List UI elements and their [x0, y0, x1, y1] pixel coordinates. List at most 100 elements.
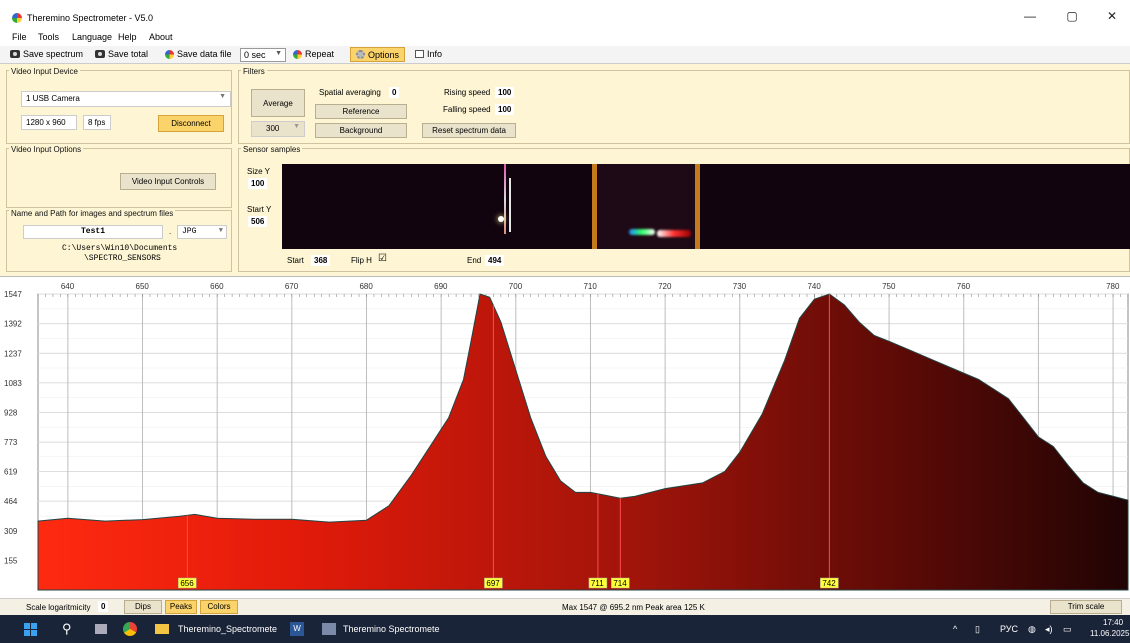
clock-date: 11.06.2025: [1090, 629, 1130, 638]
file-path-group: Name and Path for images and spectrum fi…: [6, 209, 232, 272]
spectrum-chart[interactable]: 1547 1392 1237 1083 928 773 619 464 309 155 640 650…: [0, 278, 1130, 598]
info-button[interactable]: Info: [415, 49, 442, 59]
spatial-averaging-value[interactable]: 0: [389, 87, 400, 98]
reset-spectrum-data-button[interactable]: Reset spectrum data: [422, 123, 516, 138]
start-label: Start: [287, 256, 304, 265]
x-tick-label: 740: [807, 282, 821, 291]
menu-bar: File Tools Language Help About: [0, 30, 1130, 46]
y-tick-label: 928: [4, 408, 18, 417]
tray-battery-icon[interactable]: ▭: [1063, 624, 1072, 635]
end-value[interactable]: 494: [485, 255, 505, 266]
theremino-app-icon: [12, 13, 22, 23]
repeat-button[interactable]: Repeat: [293, 49, 334, 59]
windows-start-icon[interactable]: [24, 623, 37, 636]
menu-help[interactable]: Help: [118, 32, 137, 42]
windows-taskbar: ⚲ Theremino_Spectromete W Theremino Spec…: [0, 615, 1130, 643]
search-icon[interactable]: ⚲: [62, 621, 72, 637]
extension-dot: .: [169, 227, 172, 236]
camera-select[interactable]: 1 USB Camera ▼: [21, 91, 231, 107]
window-title: Theremino Spectrometer - V5.0: [27, 13, 154, 23]
path-line-2: \SPECTRO_SENSORS: [84, 254, 161, 263]
menu-tools[interactable]: Tools: [38, 32, 59, 42]
tray-network-icon[interactable]: ◍: [1028, 624, 1036, 635]
background-button[interactable]: Background: [315, 123, 407, 138]
spatial-averaging-label: Spatial averaging: [319, 88, 381, 97]
chrome-icon[interactable]: [123, 622, 137, 636]
video-options-group: Video Input Options Video Input Controls: [6, 145, 232, 208]
task-view-icon[interactable]: [95, 624, 107, 634]
save-data-file-button[interactable]: Save data file: [165, 49, 232, 59]
word-icon[interactable]: W: [290, 622, 304, 636]
sensor-selection-window[interactable]: [592, 164, 700, 249]
size-y-value[interactable]: 100: [248, 178, 268, 189]
start-y-label: Start Y: [247, 205, 272, 214]
language-indicator[interactable]: РУС: [1000, 624, 1018, 634]
peak-label: 714: [613, 579, 627, 588]
rising-speed-label: Rising speed: [444, 88, 491, 97]
video-options-title: Video Input Options: [9, 145, 84, 154]
average-button[interactable]: Average: [251, 89, 305, 117]
y-tick-label: 464: [4, 497, 18, 506]
sensor-line-1: [504, 164, 506, 234]
x-tick-label: 700: [509, 282, 523, 291]
x-tick-label: 730: [733, 282, 747, 291]
dips-button[interactable]: Dips: [124, 600, 162, 614]
peaks-button[interactable]: Peaks: [165, 600, 197, 614]
y-tick-label: 619: [4, 468, 18, 477]
tray-volume-icon[interactable]: ◂): [1045, 624, 1053, 635]
dropdown-arrow-icon: ▼: [293, 123, 300, 130]
status-bar: Scale logaritmicity 0 Dips Peaks Colors …: [0, 598, 1130, 615]
trim-scale-button[interactable]: Trim scale: [1050, 600, 1122, 614]
falling-speed-value[interactable]: 100: [495, 104, 515, 115]
minimize-button[interactable]: —: [1020, 9, 1040, 23]
filters-group: Filters Average 300 ▼ Spatial averaging …: [238, 67, 1130, 144]
folder-icon[interactable]: [155, 624, 169, 634]
start-y-value[interactable]: 506: [248, 216, 268, 227]
peak-label: 656: [180, 579, 194, 588]
start-value[interactable]: 368: [311, 255, 331, 266]
file-name-input[interactable]: Test1: [23, 225, 163, 239]
interval-select[interactable]: 0 sec ▼: [240, 48, 286, 62]
path-line-1: C:\Users\Win10\Documents: [62, 244, 178, 253]
info-icon: [415, 50, 424, 58]
taskbar-explorer-item[interactable]: Theremino_Spectromete: [178, 624, 277, 634]
taskbar-app-item[interactable]: Theremino Spectromete: [343, 624, 440, 634]
save-spectrum-button[interactable]: Save spectrum: [10, 49, 83, 59]
close-button[interactable]: ✕: [1102, 9, 1122, 23]
video-input-title: Video Input Device: [9, 67, 81, 76]
video-input-controls-button[interactable]: Video Input Controls: [120, 173, 216, 190]
save-total-button[interactable]: Save total: [95, 49, 148, 59]
sensor-samples-title: Sensor samples: [241, 145, 303, 154]
sensor-spectrum-blue-green: [629, 229, 655, 235]
camera-icon: [10, 50, 20, 58]
scale-log-value[interactable]: 0: [98, 601, 109, 612]
camera-icon: [95, 50, 105, 58]
extension-select[interactable]: JPG ▼: [177, 225, 227, 239]
menu-language[interactable]: Language: [72, 32, 112, 42]
video-input-group: Video Input Device 1 USB Camera ▼ 1280 x…: [6, 67, 232, 144]
x-tick-label: 660: [210, 282, 224, 291]
resolution-display: 1280 x 960: [21, 115, 77, 130]
tray-chevron-icon[interactable]: ^: [953, 624, 957, 634]
average-select[interactable]: 300 ▼: [251, 121, 305, 137]
theremino-task-icon[interactable]: [322, 623, 336, 635]
x-tick-label: 760: [957, 282, 971, 291]
rising-speed-value[interactable]: 100: [495, 87, 515, 98]
end-label: End: [467, 256, 482, 265]
menu-about[interactable]: About: [149, 32, 173, 42]
colors-button[interactable]: Colors: [200, 600, 238, 614]
reference-button[interactable]: Reference: [315, 104, 407, 119]
flip-h-checkbox[interactable]: ☑: [378, 253, 387, 264]
disconnect-button[interactable]: Disconnect: [158, 115, 224, 132]
settings-panels: Video Input Device 1 USB Camera ▼ 1280 x…: [0, 64, 1130, 277]
options-button[interactable]: Options: [350, 47, 406, 62]
tray-pen-icon[interactable]: ▯: [975, 624, 980, 635]
dropdown-arrow-icon: ▼: [275, 50, 282, 57]
menu-file[interactable]: File: [12, 32, 27, 42]
maximize-button[interactable]: ▢: [1062, 9, 1082, 23]
y-tick-label: 309: [4, 527, 18, 536]
file-path-title: Name and Path for images and spectrum fi…: [9, 209, 176, 218]
spectrum-plot-area[interactable]: 1547 1392 1237 1083 928 773 619 464 309 155 640 650…: [0, 278, 1130, 598]
sensor-image[interactable]: [282, 164, 1130, 249]
filters-title: Filters: [241, 67, 267, 76]
